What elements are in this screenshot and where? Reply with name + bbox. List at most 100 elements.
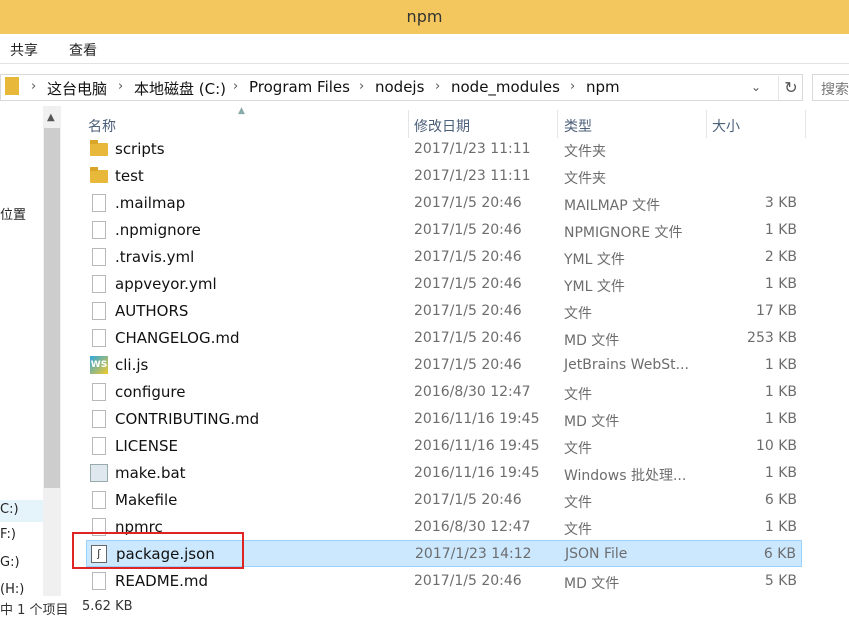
file-name: make.bat: [115, 464, 186, 482]
table-row[interactable]: LICENSE 2016/11/16 19:45 文件 10 KB: [86, 433, 802, 460]
nav-scrollbar[interactable]: ▲: [43, 106, 61, 596]
file-icon: [92, 221, 106, 239]
file-date: 2017/1/5 20:46: [414, 249, 522, 265]
table-row[interactable]: test 2017/1/23 11:11 文件夹: [86, 163, 802, 190]
file-type: YML 文件: [564, 279, 625, 295]
file-date: 2017/1/23 11:11: [414, 141, 531, 157]
table-row[interactable]: .travis.yml 2017/1/5 20:46 YML 文件 2 KB: [86, 244, 802, 271]
table-row[interactable]: README.md 2017/1/5 20:46 MD 文件 5 KB: [86, 568, 802, 595]
file-size: 17 KB: [755, 303, 797, 319]
chevron-right-icon[interactable]: ›: [570, 79, 575, 94]
nav-item-drive-c[interactable]: C:): [0, 500, 44, 522]
table-row[interactable]: .npmignore 2017/1/5 20:46 NPMIGNORE 文件 1…: [86, 217, 802, 244]
table-row[interactable]: Makefile 2017/1/5 20:46 文件 6 KB: [86, 487, 802, 514]
column-divider[interactable]: [706, 110, 707, 138]
file-name: configure: [115, 383, 186, 401]
file-size: 1 KB: [764, 519, 797, 535]
table-row[interactable]: CONTRIBUTING.md 2016/11/16 19:45 MD 文件 1…: [86, 406, 802, 433]
file-type: 文件: [564, 441, 592, 457]
file-date: 2017/1/5 20:46: [414, 276, 522, 292]
chevron-down-icon[interactable]: ⌄: [751, 80, 761, 94]
breadcrumb-npm[interactable]: npm: [586, 78, 620, 96]
refresh-icon[interactable]: ↻: [778, 76, 803, 100]
breadcrumb-node-modules[interactable]: node_modules: [451, 78, 560, 96]
file-date: 2017/1/5 20:46: [414, 195, 522, 211]
column-header-date[interactable]: 修改日期: [414, 116, 470, 136]
file-size: 1 KB: [764, 357, 797, 373]
file-name: CONTRIBUTING.md: [115, 410, 260, 428]
file-type: JetBrains WebSt...: [564, 357, 689, 373]
column-divider[interactable]: [805, 110, 806, 138]
file-size: 1 KB: [764, 384, 797, 400]
scroll-thumb[interactable]: [44, 128, 60, 488]
breadcrumb-this-pc[interactable]: 这台电脑: [47, 78, 107, 99]
table-row[interactable]: AUTHORS 2017/1/5 20:46 文件 17 KB: [86, 298, 802, 325]
file-type: Windows 批处理...: [564, 468, 687, 484]
title-bar[interactable]: npm: [0, 0, 849, 34]
file-size: 2 KB: [764, 249, 797, 265]
nav-item-drive-h[interactable]: (H:): [0, 582, 24, 597]
nav-item-drive-g[interactable]: G:): [0, 555, 20, 570]
search-placeholder: 搜索: [821, 82, 849, 98]
breadcrumb-local-disk[interactable]: 本地磁盘 (C:): [134, 78, 226, 99]
table-row[interactable]: make.bat 2016/11/16 19:45 Windows 批处理...…: [86, 460, 802, 487]
search-input[interactable]: 搜索: [812, 74, 849, 101]
breadcrumb-program-files[interactable]: Program Files: [249, 78, 350, 96]
file-size: 253 KB: [747, 330, 797, 346]
file-date: 2016/11/16 19:45: [414, 411, 540, 427]
column-headers: ▲ 名称 修改日期 类型 大小: [62, 106, 849, 140]
file-date: 2017/1/5 20:46: [414, 573, 522, 589]
nav-item-location[interactable]: 位置: [0, 204, 26, 223]
file-icon: [92, 302, 106, 320]
file-size: 5 KB: [764, 573, 797, 589]
tab-view[interactable]: 查看: [69, 40, 97, 60]
column-header-size[interactable]: 大小: [712, 116, 740, 136]
file-icon: [92, 410, 106, 428]
chevron-right-icon[interactable]: ›: [233, 79, 238, 94]
table-row[interactable]: CHANGELOG.md 2017/1/5 20:46 MD 文件 253 KB: [86, 325, 802, 352]
table-row[interactable]: configure 2016/8/30 12:47 文件 1 KB: [86, 379, 802, 406]
file-type: 文件: [564, 522, 592, 538]
column-divider[interactable]: [408, 110, 409, 138]
column-header-type[interactable]: 类型: [564, 116, 592, 136]
file-date: 2017/1/23 14:12: [415, 546, 532, 562]
chevron-right-icon[interactable]: ›: [359, 79, 364, 94]
file-size: 10 KB: [755, 438, 797, 454]
file-icon: [92, 329, 106, 347]
chevron-right-icon[interactable]: ›: [435, 79, 440, 94]
file-name: CHANGELOG.md: [115, 329, 240, 347]
folder-icon: [5, 77, 19, 95]
file-icon: [92, 383, 106, 401]
file-name: .mailmap: [115, 194, 186, 212]
folder-icon: [90, 140, 108, 156]
file-date: 2017/1/5 20:46: [414, 330, 522, 346]
address-bar[interactable]: › 这台电脑 › 本地磁盘 (C:) › Program Files › nod…: [0, 74, 803, 101]
nav-item-drive-f[interactable]: F:): [0, 527, 16, 542]
table-row[interactable]: .mailmap 2017/1/5 20:46 MAILMAP 文件 3 KB: [86, 190, 802, 217]
table-row[interactable]: scripts 2017/1/23 11:11 文件夹: [86, 136, 802, 163]
scroll-up-icon[interactable]: ▲: [47, 112, 55, 123]
file-type: 文件: [564, 495, 592, 511]
file-date: 2016/11/16 19:45: [414, 438, 540, 454]
column-divider[interactable]: [557, 110, 558, 138]
file-icon: [92, 572, 106, 590]
table-row[interactable]: appveyor.yml 2017/1/5 20:46 YML 文件 1 KB: [86, 271, 802, 298]
file-date: 2017/1/5 20:46: [414, 492, 522, 508]
file-type: NPMIGNORE 文件: [564, 225, 683, 241]
tab-share[interactable]: 共享: [10, 40, 38, 60]
column-header-name[interactable]: 名称: [88, 116, 116, 136]
file-name: appveyor.yml: [115, 275, 217, 293]
file-icon: [92, 437, 106, 455]
file-date: 2016/8/30 12:47: [414, 519, 531, 535]
file-size: 6 KB: [763, 546, 796, 562]
file-size: 1 KB: [764, 222, 797, 238]
file-size: 1 KB: [764, 465, 797, 481]
file-type: JSON File: [565, 546, 628, 562]
chevron-right-icon[interactable]: ›: [118, 79, 123, 94]
file-date: 2017/1/5 20:46: [414, 357, 522, 373]
file-type: MD 文件: [564, 333, 620, 349]
file-name: test: [115, 167, 144, 185]
file-name: AUTHORS: [115, 302, 189, 320]
table-row[interactable]: WS cli.js 2017/1/5 20:46 JetBrains WebSt…: [86, 352, 802, 379]
breadcrumb-nodejs[interactable]: nodejs: [375, 78, 424, 96]
